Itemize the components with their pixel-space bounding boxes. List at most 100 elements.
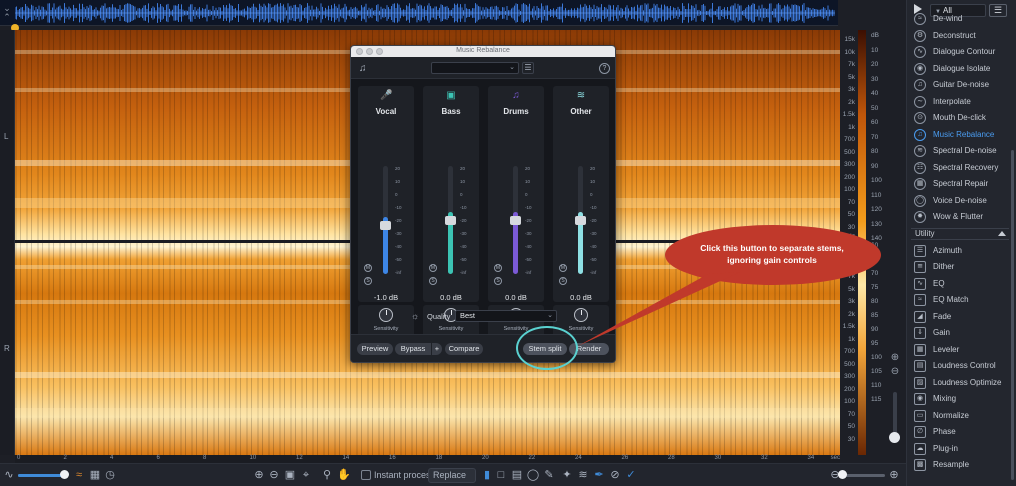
time-select-icon[interactable]: ▮ [480,468,494,482]
chevron-down-icon: ⌄ [509,64,515,71]
gain-fader-handle[interactable] [510,216,521,225]
module-item-eq-match[interactable]: ≈ EQ Match [907,292,1011,308]
quality-value: Best [460,311,476,320]
vertical-zoom-thumb[interactable] [889,432,900,443]
zoom-out-icon[interactable]: ⊖ [889,366,901,378]
grid-icon[interactable]: ▦ [88,468,102,482]
module-item-resample[interactable]: ▩ Resample [907,457,1011,473]
gain-fader-handle[interactable] [575,216,586,225]
solo-button[interactable]: S [559,277,567,285]
module-item-loudness-control[interactable]: ▤ Loudness Control [907,358,1011,374]
module-item-spectral-recovery[interactable]: ☷ Spectral Recovery [907,160,1011,176]
horizontal-zoom-track[interactable] [843,474,885,477]
module-item-dither[interactable]: ≌ Dither [907,259,1011,275]
wand-icon[interactable]: ✦ [560,468,574,482]
module-item-leveler[interactable]: ▦ Leveler [907,342,1011,358]
spectrogram-view-icon[interactable]: ≈ [72,468,86,482]
db-tick-label: 50 [871,104,879,112]
preset-menu-icon[interactable]: ☰ [522,62,534,74]
freq-select-icon[interactable]: ▤ [510,468,524,482]
rect-select-icon[interactable]: □ [494,468,508,482]
preview-button[interactable]: Preview [357,343,393,355]
solo-button[interactable]: S [429,277,437,285]
zoom-in-icon[interactable]: ⊕ [252,468,266,482]
instant-process-checkbox[interactable] [361,470,371,480]
module-item-music-rebalance[interactable]: ♫ Music Rebalance [907,127,1011,143]
waveform-overview[interactable]: ⌄ ⌃ [0,0,838,26]
hand-tool-icon[interactable]: ✋ [337,468,351,482]
fader-tick-label: 0 [395,192,398,197]
bypass-button[interactable]: Bypass [395,343,431,355]
waveform-view-icon[interactable]: ∿ [2,468,16,482]
magnify-icon[interactable]: ⚲ [320,468,334,482]
quality-select[interactable]: Best ⌄ [455,310,557,322]
horizontal-zoom-thumb[interactable] [838,470,847,479]
dialog-titlebar[interactable]: Music Rebalance [351,46,615,57]
preset-select[interactable]: ⌄ [431,62,519,74]
freq-tick-label: 2k [848,310,855,318]
module-item-dialogue-contour[interactable]: ∿ Dialogue Contour [907,44,1011,60]
gain-fader-handle[interactable] [445,216,456,225]
mute-button[interactable]: M [364,264,372,272]
history-icon[interactable]: ◷ [103,468,117,482]
module-item-gain[interactable]: ⇓ Gain [907,325,1011,341]
db-tick-label: 95 [871,340,879,347]
module-item-eq[interactable]: ∿ EQ [907,276,1011,292]
compare-button[interactable]: Compare [445,343,483,355]
solo-button[interactable]: S [364,277,372,285]
module-item-fade[interactable]: ◢ Fade [907,309,1011,325]
module-item-mixing[interactable]: ◉ Mixing [907,391,1011,407]
module-label: Normalize [933,410,970,420]
module-label: Leveler [933,344,960,354]
zoom-in-icon[interactable]: ⊕ [889,352,901,364]
lasso-icon[interactable]: ◯ [526,468,540,482]
module-item-voice-de-noise[interactable]: ◯ Voice De-noise [907,193,1011,209]
module-item-normalize[interactable]: ▭ Normalize [907,408,1011,424]
db-tick-label: 130 [871,220,882,228]
zoom-fit-icon[interactable]: ⌖ [299,468,313,482]
pen-tool-icon[interactable]: ✒ [592,468,606,482]
module-item-deconstruct[interactable]: ⚙ Deconstruct [907,28,1011,44]
help-icon[interactable]: ? [599,63,610,74]
db-tick-label: 75 [871,284,879,291]
module-item-interpolate[interactable]: ∼ Interpolate [907,94,1011,110]
leveler-icon: ▦ [914,343,926,356]
stem-label: Bass [441,107,461,116]
gain-fader-handle[interactable] [380,221,391,230]
wow-icon: ✸ [914,211,926,223]
module-item-mouth-de-click[interactable]: ⊙ Mouth De-click [907,110,1011,126]
harmonic-select-icon[interactable]: ≋ [576,468,590,482]
mute-button[interactable]: M [559,264,567,272]
instant-process-mode-select[interactable]: Replace [428,468,476,483]
module-item-dialogue-isolate[interactable]: ◉ Dialogue Isolate [907,61,1011,77]
utility-section-header[interactable]: Utility [911,227,1009,240]
opacity-slider-thumb[interactable] [60,470,69,479]
module-item-phase[interactable]: ∅ Phase [907,424,1011,440]
module-label: Spectral De-noise [933,146,997,155]
add-bypass-button[interactable]: + [432,343,442,355]
module-item-guitar-de-noise[interactable]: ♫ Guitar De-noise [907,77,1011,93]
module-item-wow-flutter[interactable]: ✸ Wow & Flutter [907,209,1011,225]
fade-icon: ◢ [914,310,926,323]
module-item-spectral-de-noise[interactable]: ≋ Spectral De-noise [907,143,1011,159]
panel-scrollbar[interactable] [1011,150,1014,480]
mute-button[interactable]: M [494,264,502,272]
zoom-out-icon[interactable]: ⊖ [267,468,281,482]
zoom-selection-icon[interactable]: ▣ [283,468,297,482]
check-icon[interactable]: ✓ [624,468,638,482]
mute-button[interactable]: M [429,264,437,272]
solo-button[interactable]: S [494,277,502,285]
microphone-icon: 🎤 [380,90,393,101]
freq-tick-label: 700 [844,136,855,143]
horizontal-zoom-in-icon[interactable]: ⊕ [887,468,901,482]
module-item-de-wind[interactable]: ≈ De-wind [907,11,1011,27]
time-tick-label: 34 [807,455,815,461]
brush-icon[interactable]: ✎ [542,468,556,482]
module-item-spectral-repair[interactable]: ▦ Spectral Repair [907,176,1011,192]
module-item-azimuth[interactable]: ☰ Azimuth [907,243,1011,259]
eraser-icon[interactable]: ⊘ [608,468,622,482]
optimize-icon: ▨ [914,376,926,389]
module-item-plug-in[interactable]: ☁ Plug-in [907,441,1011,457]
module-item-loudness-optimize[interactable]: ▨ Loudness Optimize [907,375,1011,391]
collapse-icon[interactable]: ⌄ ⌃ [2,4,12,22]
